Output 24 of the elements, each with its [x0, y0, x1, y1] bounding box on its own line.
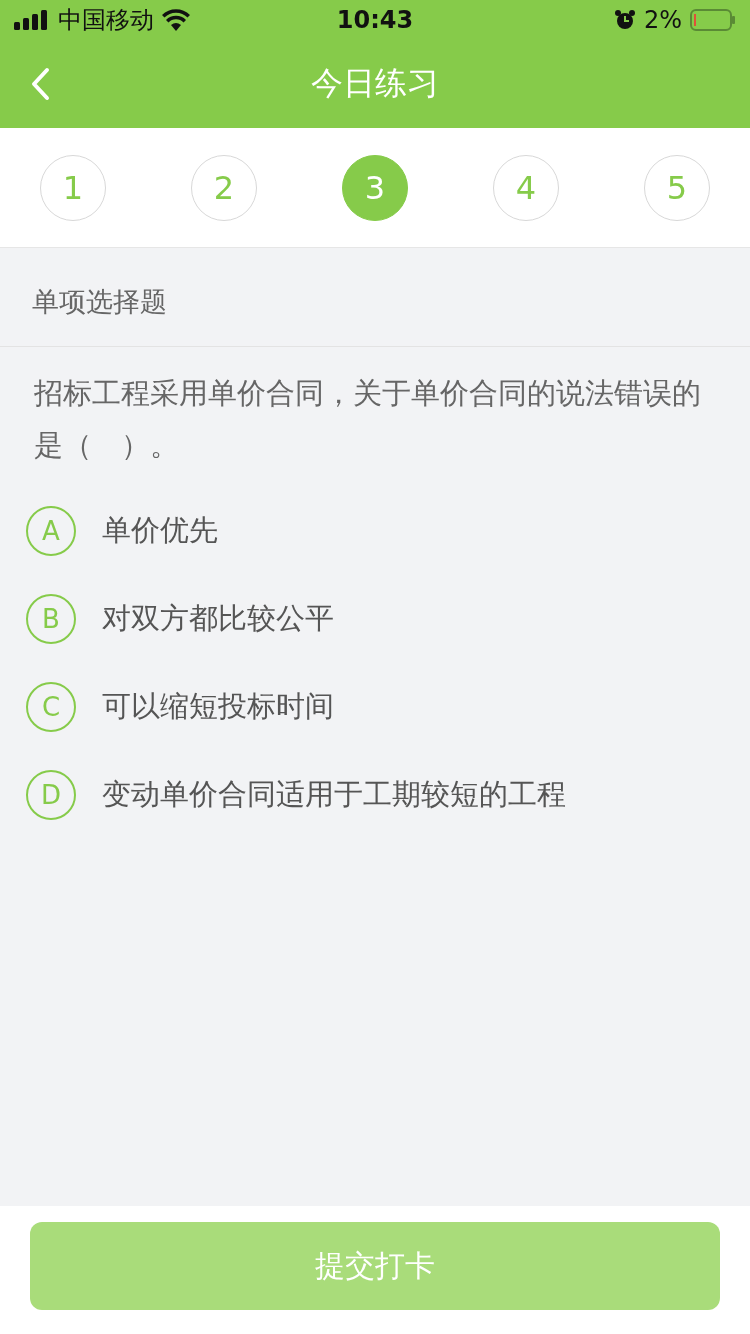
- back-icon[interactable]: [30, 67, 50, 101]
- option-letter[interactable]: B: [26, 594, 76, 644]
- question-number-tab[interactable]: 4: [493, 154, 559, 221]
- option-letter[interactable]: C: [26, 682, 76, 732]
- wifi-icon: [162, 9, 190, 31]
- status-time: 10:43: [336, 6, 414, 34]
- signal-icon: [14, 10, 50, 30]
- option-text[interactable]: 对双方都比较公平: [102, 599, 334, 639]
- carrier-name: 中国移动: [58, 5, 154, 36]
- option-text[interactable]: 可以缩短投标时间: [102, 687, 334, 727]
- option-letter[interactable]: A: [26, 506, 76, 556]
- question-number-tab[interactable]: 3: [342, 154, 408, 221]
- question-number-tab[interactable]: 2: [191, 154, 257, 221]
- question-type: 单项选择题: [0, 248, 750, 347]
- option-text[interactable]: 变动单价合同适用于工期较短的工程: [102, 775, 566, 815]
- question-number-tab[interactable]: 1: [40, 154, 106, 221]
- battery-icon: [690, 9, 736, 31]
- alarm-icon: [613, 9, 636, 31]
- question-number-tab[interactable]: 5: [644, 154, 710, 221]
- question-text: 招标工程采用单价合同，关于单价合同的说法错误的是（ ）。: [34, 375, 702, 464]
- page-title: 今日练习: [311, 63, 439, 104]
- option-text[interactable]: 单价优先: [102, 511, 218, 551]
- option-letter[interactable]: D: [26, 770, 76, 820]
- battery-percent: 2%: [643, 6, 682, 34]
